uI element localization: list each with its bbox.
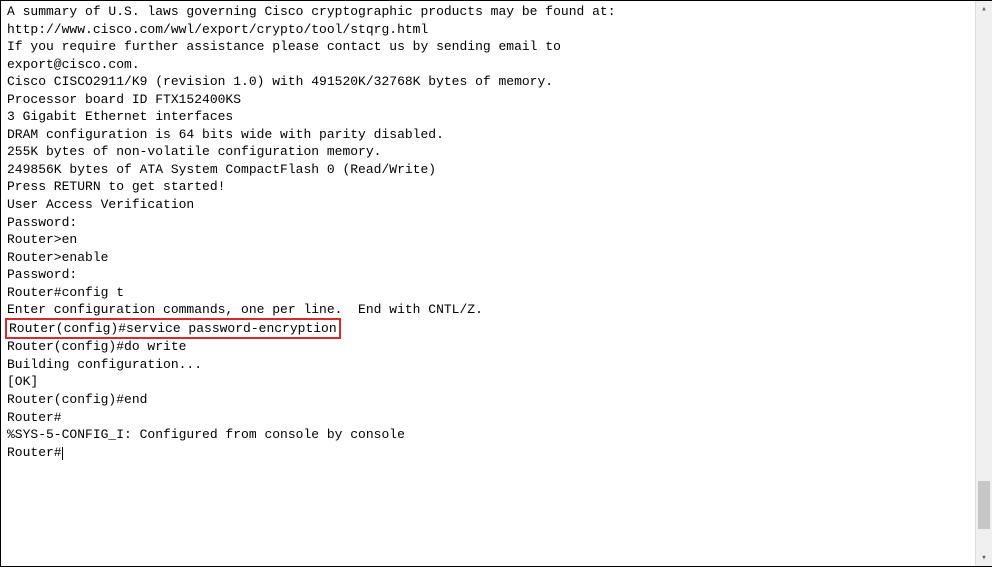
scroll-thumb[interactable] — [978, 481, 990, 529]
terminal-line: Press RETURN to get started! — [7, 178, 969, 196]
scroll-up-button[interactable]: ▴ — [976, 1, 992, 17]
terminal-cursor — [62, 447, 63, 460]
terminal-line: 255K bytes of non-volatile configuration… — [7, 143, 969, 161]
terminal-line: Password: — [7, 214, 969, 232]
terminal-line: Processor board ID FTX152400KS — [7, 91, 969, 109]
terminal-line: Password: — [7, 266, 969, 284]
terminal-output[interactable]: A summary of U.S. laws governing Cisco c… — [1, 1, 975, 566]
terminal-line: Router>en — [7, 231, 969, 249]
highlighted-command: Router(config)#service password-encrypti… — [5, 318, 341, 340]
terminal-window: A summary of U.S. laws governing Cisco c… — [0, 0, 992, 567]
terminal-line: If you require further assistance please… — [7, 38, 969, 56]
terminal-line: Router(config)#service password-encrypti… — [7, 319, 969, 339]
terminal-line: User Access Verification — [7, 196, 969, 214]
terminal-line: 3 Gigabit Ethernet interfaces — [7, 108, 969, 126]
scroll-down-button[interactable]: ▾ — [976, 550, 992, 566]
scroll-track[interactable] — [976, 17, 992, 550]
terminal-line: 249856K bytes of ATA System CompactFlash… — [7, 161, 969, 179]
terminal-line: %SYS-5-CONFIG_I: Configured from console… — [7, 426, 969, 444]
chevron-down-icon: ▾ — [981, 553, 986, 563]
terminal-line: Enter configuration commands, one per li… — [7, 301, 969, 319]
terminal-line: http://www.cisco.com/wwl/export/crypto/t… — [7, 21, 969, 39]
terminal-line: Building configuration... — [7, 356, 969, 374]
terminal-line: DRAM configuration is 64 bits wide with … — [7, 126, 969, 144]
terminal-line: Router#config t — [7, 284, 969, 302]
terminal-line: export@cisco.com. — [7, 56, 969, 74]
terminal-line: A summary of U.S. laws governing Cisco c… — [7, 3, 969, 21]
terminal-line: Cisco CISCO2911/K9 (revision 1.0) with 4… — [7, 73, 969, 91]
terminal-line: Router>enable — [7, 249, 969, 267]
chevron-up-icon: ▴ — [981, 4, 986, 14]
terminal-line: Router# — [7, 444, 969, 462]
vertical-scrollbar[interactable]: ▴ ▾ — [975, 1, 991, 566]
terminal-line: Router# — [7, 409, 969, 427]
terminal-line: [OK] — [7, 373, 969, 391]
terminal-line: Router(config)#do write — [7, 338, 969, 356]
terminal-line: Router(config)#end — [7, 391, 969, 409]
